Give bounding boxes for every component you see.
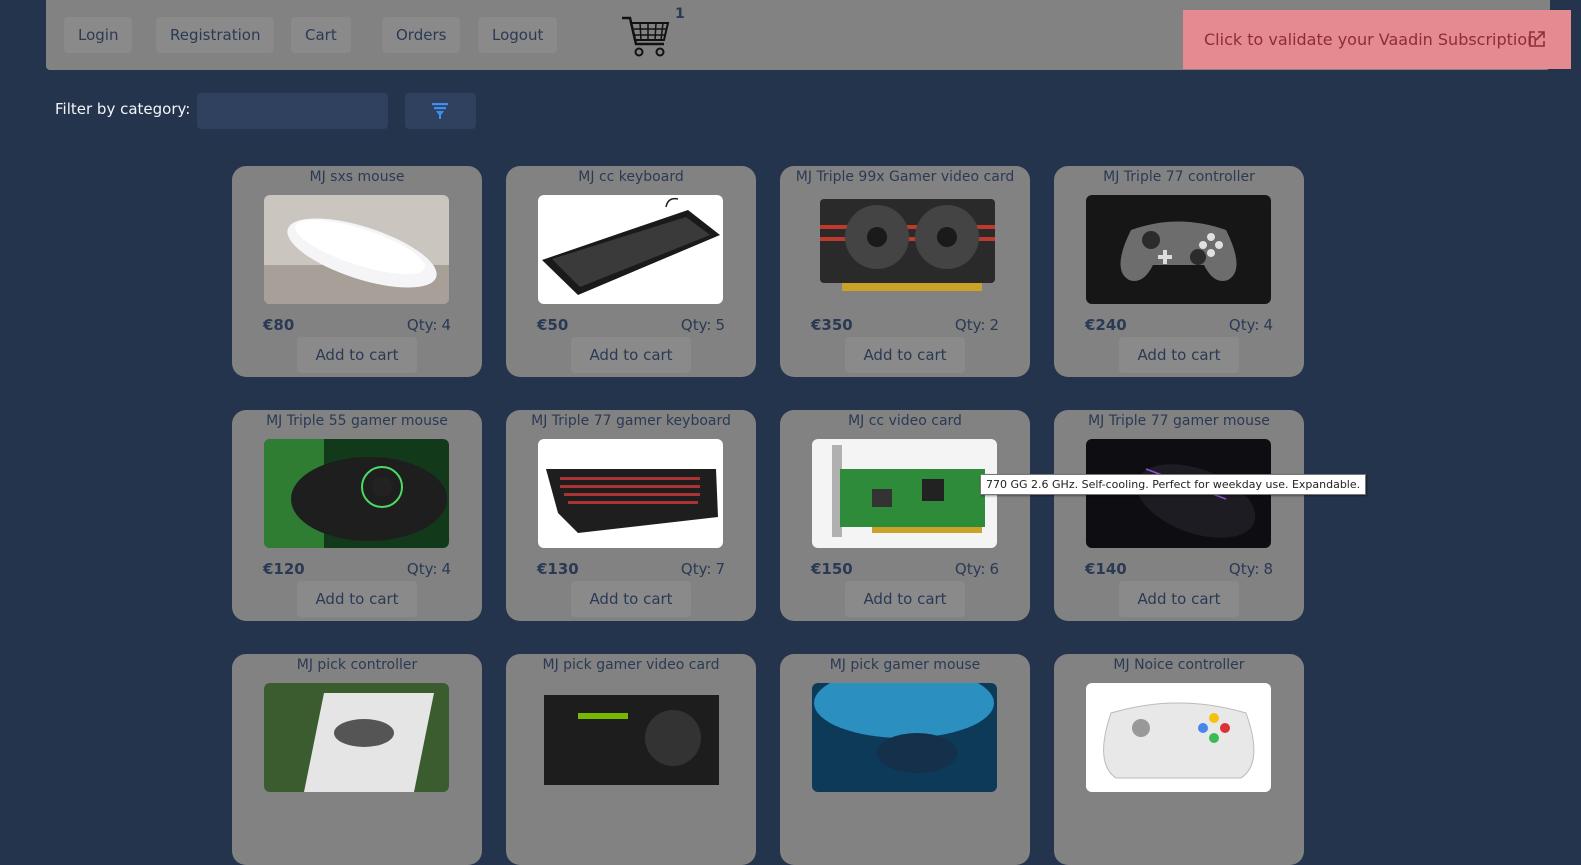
- product-quantity: Qty: 4: [406, 560, 451, 578]
- product-image-controller[interactable]: [1086, 195, 1271, 304]
- product-name: MJ pick controller: [296, 657, 418, 673]
- product-price: €240: [1085, 316, 1127, 334]
- product-quantity: Qty: 4: [406, 316, 451, 334]
- product-card: MJ Triple 99x Gamer video card €350 Qty:…: [780, 166, 1030, 377]
- product-card: MJ Noice controller: [1054, 654, 1304, 865]
- product-name: MJ Triple 99x Gamer video card: [795, 169, 1015, 185]
- logout-button[interactable]: Logout: [478, 17, 558, 53]
- filter-label: Filter by category:: [55, 100, 191, 118]
- product-quantity: Qty: 7: [680, 560, 725, 578]
- add-to-cart-button[interactable]: Add to cart: [1119, 337, 1239, 373]
- product-name: MJ cc video card: [848, 413, 962, 429]
- external-link-icon: [1529, 31, 1545, 47]
- product-card: MJ Triple 77 gamer mouse €140 Qty: 8 Add …: [1054, 410, 1304, 621]
- product-card: MJ pick gamer mouse: [780, 654, 1030, 865]
- add-to-cart-button[interactable]: Add to cart: [571, 581, 691, 617]
- product-price: €350: [811, 316, 853, 334]
- product-name: MJ cc keyboard: [578, 169, 684, 185]
- subscription-notice[interactable]: Click to validate your Vaadin Subscripti…: [1183, 10, 1571, 69]
- orders-button[interactable]: Orders: [382, 17, 461, 53]
- product-price: €120: [263, 560, 305, 578]
- product-name: MJ pick gamer video card: [542, 657, 720, 673]
- product-image-mouse[interactable]: [264, 195, 449, 304]
- product-name: MJ Triple 77 controller: [1103, 169, 1255, 185]
- product-image-gamer-keyboard[interactable]: [538, 439, 723, 548]
- category-filter-input[interactable]: [197, 93, 388, 129]
- add-to-cart-button[interactable]: Add to cart: [845, 337, 965, 373]
- filter-button[interactable]: [405, 93, 476, 129]
- product-price: €150: [811, 560, 853, 578]
- product-quantity: Qty: 2: [954, 316, 999, 334]
- shopping-cart-icon[interactable]: [620, 12, 670, 58]
- product-image-video-card[interactable]: [812, 195, 997, 304]
- product-name: MJ sxs mouse: [309, 169, 405, 185]
- product-description-tooltip: 770 GG 2.6 GHz. Self-cooling. Perfect fo…: [980, 474, 1367, 495]
- add-to-cart-button[interactable]: Add to cart: [571, 337, 691, 373]
- registration-button[interactable]: Registration: [156, 17, 275, 53]
- subscription-notice-text: Click to validate your Vaadin Subscripti…: [1204, 30, 1538, 49]
- product-card: MJ pick controller: [232, 654, 482, 865]
- product-name: MJ Triple 77 gamer mouse: [1088, 413, 1270, 429]
- product-quantity: Qty: 8: [1228, 560, 1273, 578]
- product-quantity: Qty: 5: [680, 316, 725, 334]
- product-price: €80: [263, 316, 295, 334]
- product-card: MJ Triple 77 gamer keyboard €130 Qty: 7 A…: [506, 410, 756, 621]
- add-to-cart-button[interactable]: Add to cart: [297, 337, 417, 373]
- product-name: MJ Noice controller: [1113, 657, 1245, 673]
- add-to-cart-button[interactable]: Add to cart: [845, 581, 965, 617]
- cart-button[interactable]: Cart: [291, 17, 351, 53]
- product-card: MJ pick gamer video card: [506, 654, 756, 865]
- product-image-cc-video-card[interactable]: [812, 439, 997, 548]
- cart-count-badge: 1: [675, 6, 685, 22]
- product-name: MJ Triple 55 gamer mouse: [266, 413, 448, 429]
- add-to-cart-button[interactable]: Add to cart: [1119, 581, 1239, 617]
- product-image-gamer-mouse[interactable]: [264, 439, 449, 548]
- product-card: MJ sxs mouse €80 Qty: 4 Add to cart: [232, 166, 482, 377]
- login-button[interactable]: Login: [64, 17, 133, 53]
- product-name: MJ pick gamer mouse: [829, 657, 981, 673]
- product-price: €140: [1085, 560, 1127, 578]
- product-price: €50: [537, 316, 569, 334]
- funnel-icon: [432, 103, 448, 119]
- product-name: MJ Triple 77 gamer keyboard: [531, 413, 731, 429]
- product-card: MJ Triple 77 controller €240 Qty: 4 Add t…: [1054, 166, 1304, 377]
- product-card: MJ cc keyboard €50 Qty: 5 Add to cart: [506, 166, 756, 377]
- product-card: MJ cc video card €150 Qty: 6 Add to cart: [780, 410, 1030, 621]
- product-quantity: Qty: 4: [1228, 316, 1273, 334]
- product-price: €130: [537, 560, 579, 578]
- product-image-keyboard[interactable]: [538, 195, 723, 304]
- product-quantity: Qty: 6: [954, 560, 999, 578]
- add-to-cart-button[interactable]: Add to cart: [297, 581, 417, 617]
- product-card: MJ Triple 55 gamer mouse €120 Qty: 4 Add …: [232, 410, 482, 621]
